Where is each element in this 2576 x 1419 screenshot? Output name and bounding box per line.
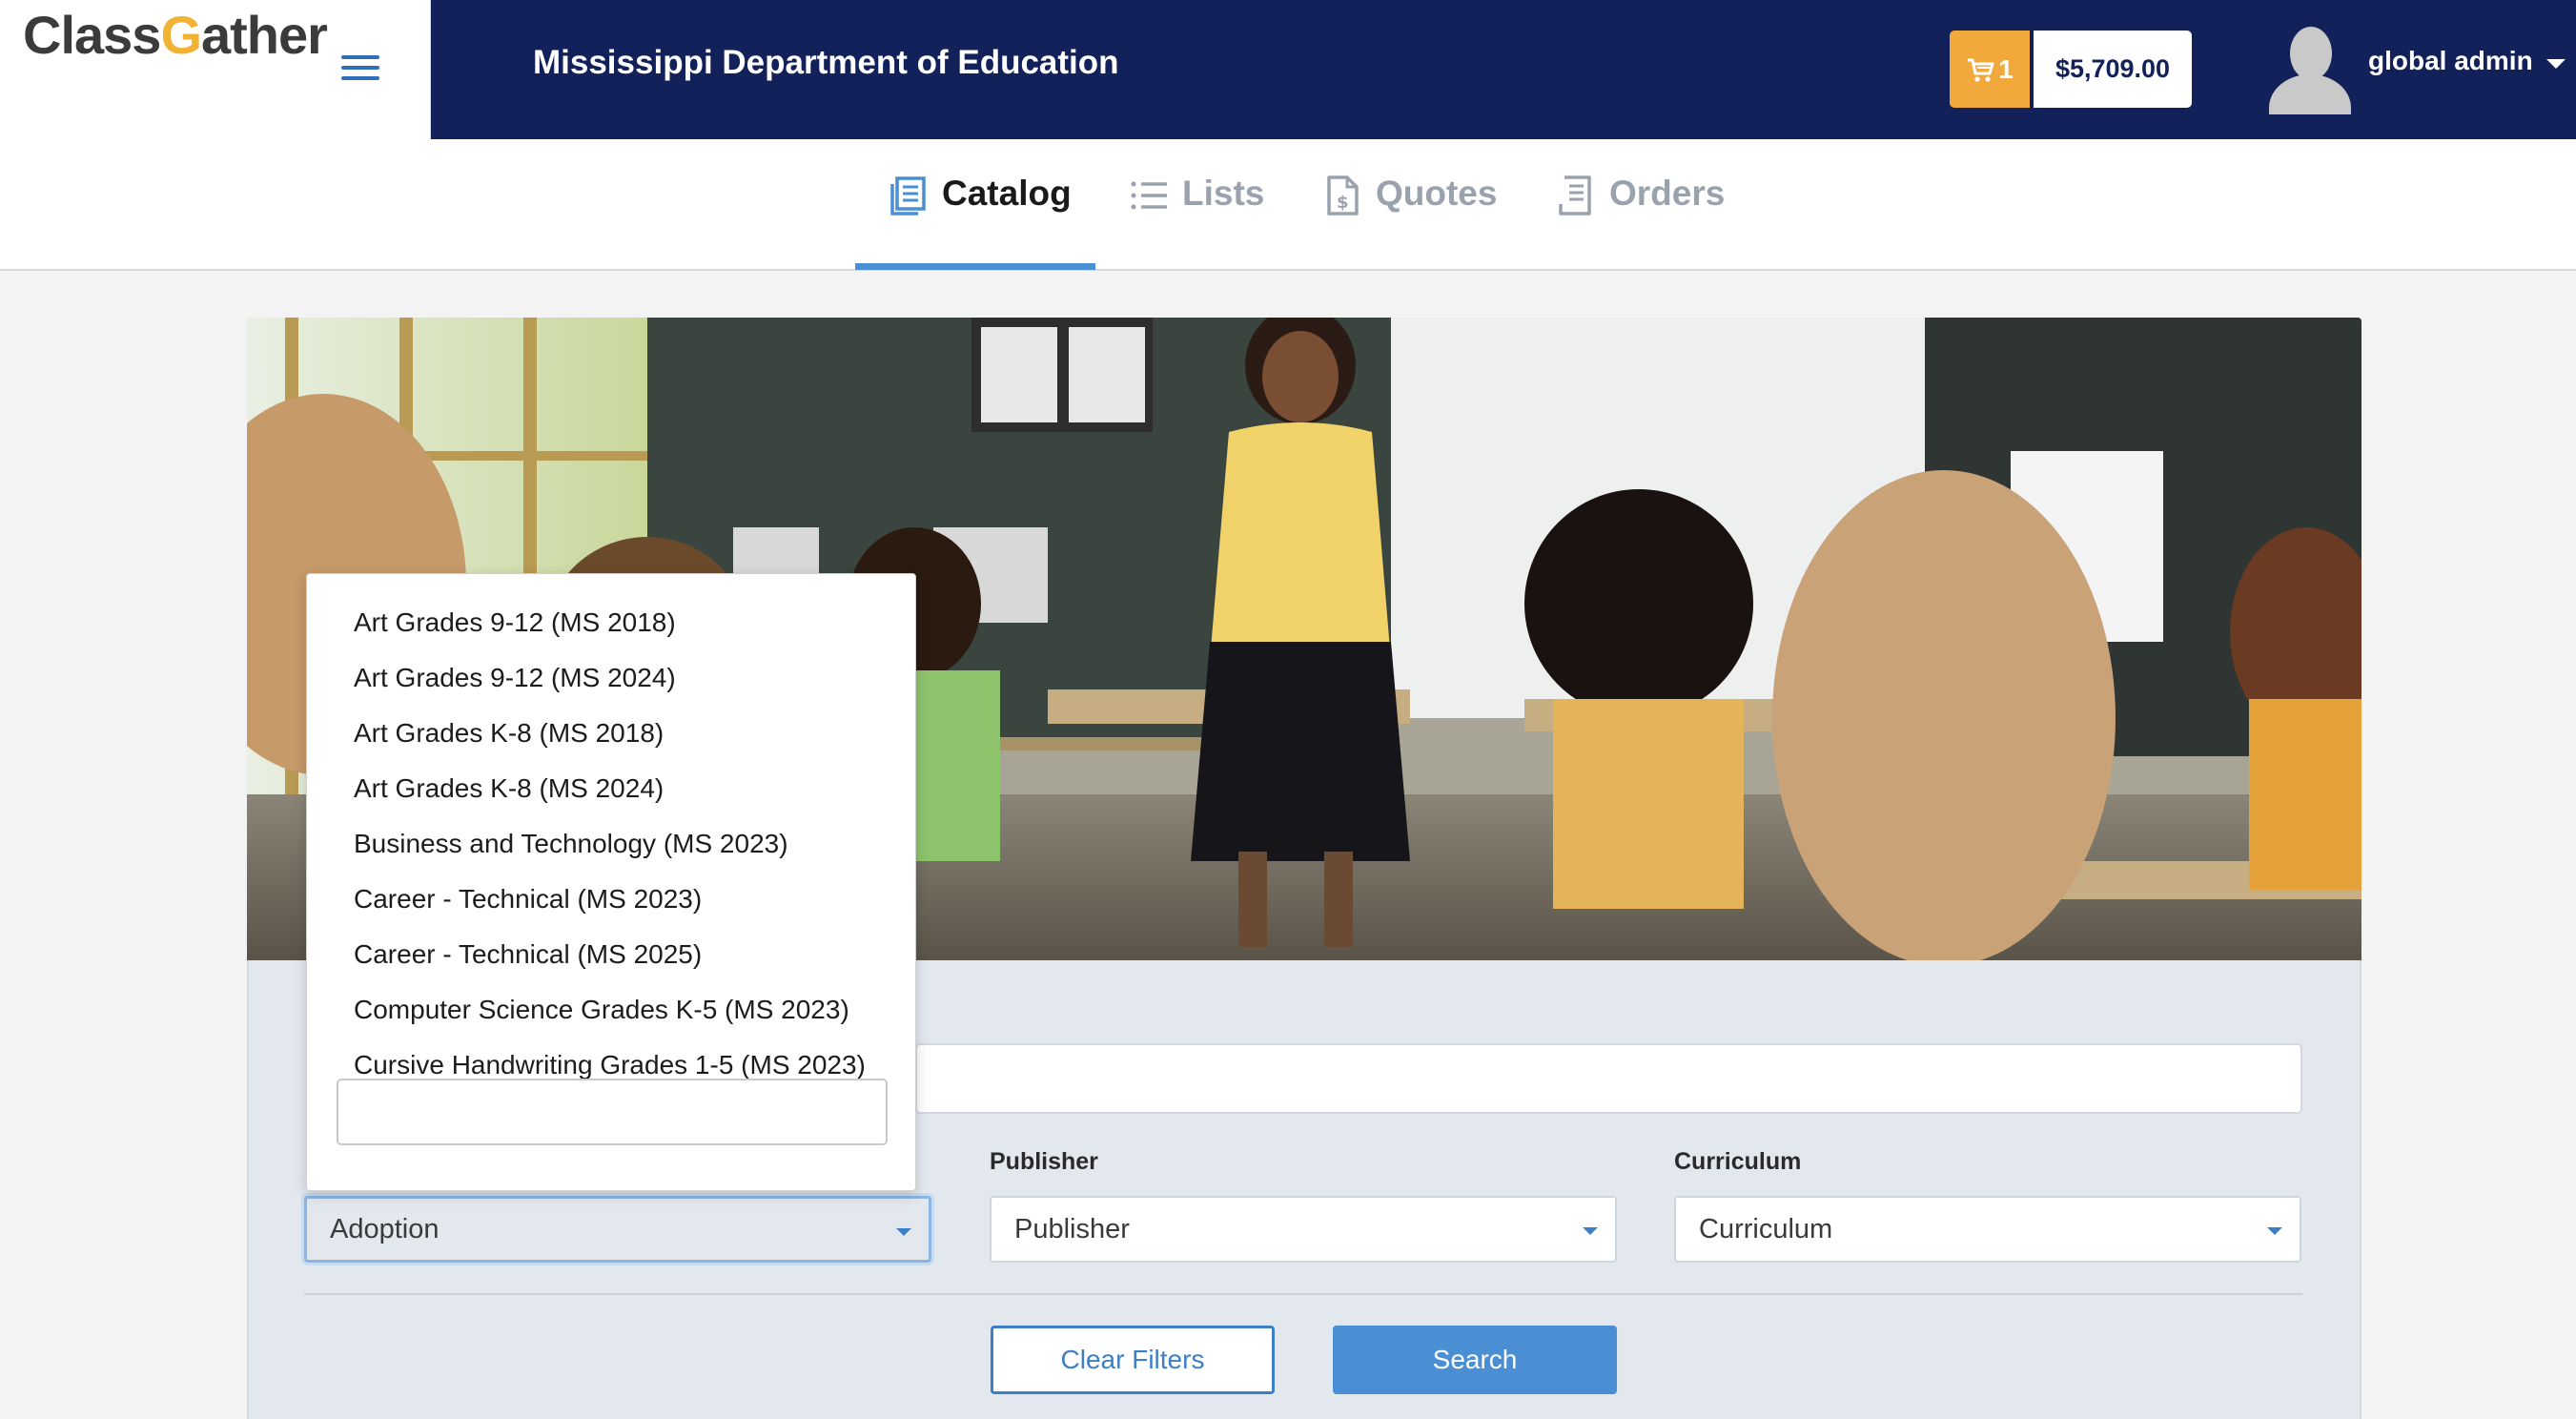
- top-header: ClassGather Mississippi Department of Ed…: [0, 0, 2576, 139]
- logo-area: ClassGather: [0, 0, 431, 139]
- logo-text-right: ather: [201, 5, 328, 65]
- cart-total[interactable]: $5,709.00: [2034, 31, 2192, 108]
- user-name: global admin: [2368, 46, 2533, 75]
- active-tab-indicator: [855, 263, 1095, 270]
- receipt-icon: [1559, 175, 1591, 216]
- dropdown-caret-icon: [896, 1228, 911, 1236]
- svg-text:$: $: [1337, 193, 1349, 213]
- logo-letter: G: [160, 5, 202, 65]
- tab-label: Orders: [1609, 174, 1726, 213]
- dropdown-option[interactable]: Computer Science Grades K-5 (MS 2023): [307, 982, 915, 1038]
- adoption-select[interactable]: Adoption: [304, 1196, 931, 1263]
- tab-label: Lists: [1182, 174, 1265, 213]
- adoption-options-list: Art Grades 9-12 (MS 2018) Art Grades 9-1…: [307, 574, 915, 1093]
- tab-label: Quotes: [1376, 174, 1498, 213]
- hamburger-menu-icon[interactable]: [341, 55, 379, 82]
- tab-orders[interactable]: Orders: [1556, 174, 1725, 271]
- organization-title: Mississippi Department of Education: [533, 44, 1119, 81]
- tab-lists[interactable]: Lists: [1129, 174, 1264, 271]
- dropdown-option[interactable]: Art Grades 9-12 (MS 2018): [307, 595, 915, 650]
- tab-catalog[interactable]: Catalog: [889, 174, 1072, 271]
- curriculum-label: Curriculum: [1674, 1148, 1802, 1175]
- dropdown-search-input[interactable]: [337, 1079, 888, 1145]
- quote-document-icon: $: [1327, 175, 1359, 216]
- tab-label: Catalog: [942, 174, 1072, 213]
- dropdown-option[interactable]: Career - Technical (MS 2023): [307, 872, 915, 927]
- user-menu[interactable]: global admin: [2267, 25, 2566, 114]
- classgather-logo[interactable]: ClassGather: [23, 4, 328, 66]
- search-button[interactable]: Search: [1333, 1326, 1617, 1394]
- cart-button[interactable]: 1: [1950, 31, 2030, 108]
- publisher-select[interactable]: Publisher: [990, 1196, 1617, 1263]
- clear-filters-button[interactable]: Clear Filters: [991, 1326, 1275, 1394]
- dropdown-caret-icon: [1583, 1227, 1598, 1235]
- publisher-select-value: Publisher: [1014, 1213, 1130, 1244]
- publisher-label: Publisher: [990, 1148, 1098, 1175]
- dropdown-option[interactable]: Art Grades K-8 (MS 2018): [307, 706, 915, 761]
- dropdown-option[interactable]: Business and Technology (MS 2023): [307, 816, 915, 872]
- dropdown-option[interactable]: Art Grades 9-12 (MS 2024): [307, 650, 915, 706]
- tab-quotes[interactable]: $ Quotes: [1322, 174, 1497, 271]
- adoption-dropdown: Art Grades 9-12 (MS 2018) Art Grades 9-1…: [306, 573, 916, 1191]
- catalog-icon: [890, 176, 926, 216]
- dropdown-option[interactable]: Career - Technical (MS 2025): [307, 927, 915, 982]
- avatar: [2267, 25, 2353, 114]
- chevron-down-icon: [2545, 59, 2566, 69]
- list-icon: [1131, 181, 1167, 210]
- dropdown-option[interactable]: Art Grades K-8 (MS 2024): [307, 761, 915, 816]
- filters-divider: [304, 1293, 2302, 1295]
- cart-count: 1: [1998, 53, 2014, 84]
- dropdown-caret-icon: [2267, 1227, 2282, 1235]
- shopping-cart-icon: [1968, 58, 1994, 82]
- adoption-select-value: Adoption: [330, 1213, 440, 1244]
- tab-bar: Catalog Lists $ Quotes Orders: [0, 139, 2576, 271]
- logo-text-left: Class: [23, 5, 161, 65]
- curriculum-select-value: Curriculum: [1699, 1213, 1833, 1244]
- keyword-search-input[interactable]: [915, 1043, 2302, 1114]
- curriculum-select[interactable]: Curriculum: [1674, 1196, 2301, 1263]
